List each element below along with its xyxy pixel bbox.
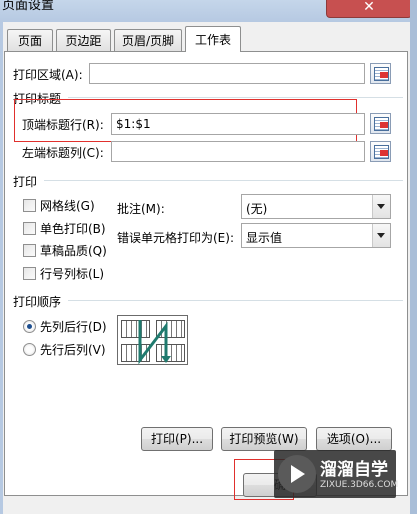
window-frame-right [410, 0, 417, 514]
comments-select[interactable]: (无) [241, 194, 391, 219]
tab-page[interactable]: 页面 [7, 29, 53, 51]
over-then-down-label: 先行后列(V) [40, 343, 106, 357]
comments-label: 批注(M): [117, 202, 165, 216]
gridlines-label: 网格线(G) [40, 199, 95, 213]
row-col-headings-label: 行号列标(L) [40, 267, 105, 281]
page-order-group-label: 打印顺序 [13, 295, 62, 309]
close-button[interactable]: ✕ [326, 0, 412, 18]
play-logo-icon [278, 455, 316, 493]
page-order-diagram [117, 315, 188, 365]
title-bar: 页面设置 ✕ [0, 0, 417, 22]
watermark-title: 溜溜自学 [320, 460, 388, 480]
page-order-arrow-icon [138, 320, 171, 365]
print-area-label: 打印区域(A): [13, 68, 83, 82]
cell-errors-select[interactable]: 显示值 [241, 223, 391, 248]
down-then-over-label: 先列后行(D) [40, 320, 107, 334]
draft-quality-checkbox[interactable] [23, 244, 36, 257]
print-area-range-button[interactable] [370, 63, 391, 84]
title-rows-input[interactable]: $1:$1 [111, 113, 365, 135]
title-rows-range-button[interactable] [370, 113, 391, 134]
title-columns-label: 左端标题列(C): [22, 146, 104, 160]
chevron-down-icon [372, 224, 390, 247]
cell-errors-label: 错误单元格打印为(E): [117, 231, 234, 245]
print-preview-button[interactable]: 打印预览(W) [221, 427, 307, 451]
comments-value: (无) [246, 202, 268, 216]
tab-header-footer[interactable]: 页眉/页脚 [114, 29, 182, 51]
draft-quality-label: 草稿品质(Q) [40, 244, 107, 258]
chevron-down-icon [372, 195, 390, 218]
print-area-input[interactable] [89, 63, 365, 84]
close-icon: ✕ [363, 0, 375, 15]
title-columns-range-button[interactable] [370, 141, 391, 162]
title-columns-input[interactable] [111, 141, 365, 162]
black-and-white-checkbox[interactable] [23, 222, 36, 235]
over-then-down-radio[interactable] [23, 343, 36, 356]
watermark: 溜溜自学 ZIXUE.3D66.COM [274, 450, 399, 498]
watermark-url: ZIXUE.3D66.COM [320, 480, 399, 490]
print-group-label: 打印 [13, 175, 38, 189]
tab-sheet[interactable]: 工作表 [185, 26, 241, 52]
window-frame-left [0, 22, 3, 514]
row-col-headings-checkbox[interactable] [23, 267, 36, 280]
window-title: 页面设置 [2, 0, 55, 13]
options-button[interactable]: 选项(O)... [316, 427, 392, 451]
gridlines-checkbox[interactable] [23, 199, 36, 212]
cell-errors-value: 显示值 [246, 231, 283, 245]
print-button[interactable]: 打印(P)... [141, 427, 213, 451]
divider [68, 300, 403, 301]
tab-margins[interactable]: 页边距 [56, 29, 111, 51]
divider [44, 180, 403, 181]
title-rows-label: 顶端标题行(R): [22, 118, 104, 132]
black-and-white-label: 单色打印(B) [40, 222, 106, 236]
down-then-over-radio[interactable] [23, 320, 36, 333]
divider [68, 97, 403, 98]
